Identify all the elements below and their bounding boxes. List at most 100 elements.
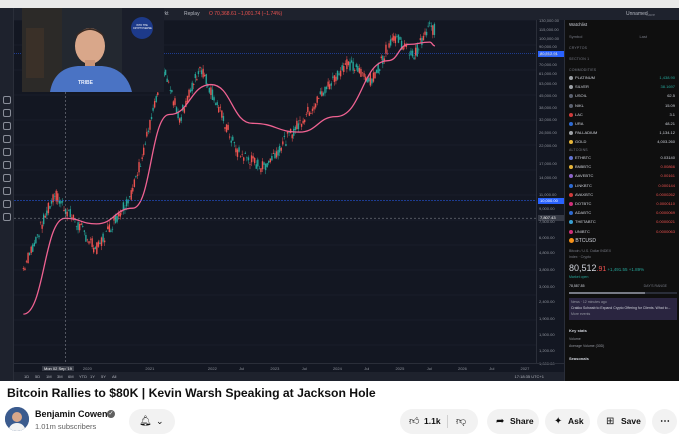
measure-tool-icon[interactable] — [3, 174, 11, 182]
channel-avatar[interactable] — [5, 407, 29, 431]
notifications-button[interactable]: 🔔︎ ⌄ — [129, 409, 175, 434]
crosshair-tool-icon[interactable] — [3, 96, 11, 104]
candle-body — [361, 72, 364, 74]
section-1[interactable]: SECTION 1 — [569, 57, 589, 61]
section-altcoins[interactable]: ALTCOINS — [569, 148, 588, 152]
price-tick: 14,000.00 — [539, 175, 557, 181]
candle-body — [377, 63, 379, 74]
candle-body — [93, 247, 95, 253]
trash-tool-icon[interactable] — [3, 213, 11, 221]
range-button[interactable]: 3M — [57, 372, 63, 381]
candle-body — [58, 200, 61, 204]
candle-body — [419, 38, 422, 41]
video-player[interactable]: Markt Replay O 70,368.61 −1,001.74 (−1.7… — [0, 0, 679, 381]
candle-body — [222, 116, 225, 121]
range-button[interactable]: 5D — [35, 372, 40, 381]
replay-button[interactable]: Replay — [184, 8, 200, 20]
commodity-row[interactable]: GOLD 4,003.260 — [569, 138, 677, 146]
time-tick: 2023 — [270, 366, 280, 371]
news-more[interactable]: More events — [571, 312, 675, 316]
range-button[interactable]: 1D — [24, 372, 29, 381]
text-tool-icon[interactable] — [3, 148, 11, 156]
range-button[interactable]: 5Y — [101, 372, 106, 381]
altcoin-row[interactable]: DOTBTC 0.0000110 — [569, 200, 677, 208]
altcoin-row[interactable]: AAVEBTC 0.00161 — [569, 172, 677, 180]
range-button[interactable]: All — [112, 372, 116, 381]
share-button[interactable]: ➦ Share — [487, 409, 539, 434]
candle-body — [46, 210, 48, 216]
news-card[interactable]: News · 12 minutes ago Crakko Schwab to E… — [569, 298, 677, 320]
candle-body — [343, 66, 345, 72]
altcoin-row[interactable]: ETHBTC 0.03140 — [569, 154, 677, 162]
candle-body — [325, 86, 328, 90]
candle-body — [105, 231, 107, 232]
section-commodities[interactable]: COMMODITIES — [569, 68, 596, 72]
candle-body — [296, 120, 298, 130]
symbol-icon — [569, 202, 573, 206]
trendline-tool-icon[interactable] — [3, 109, 11, 117]
candle-body — [39, 221, 42, 223]
zoom-tool-icon[interactable] — [3, 187, 11, 195]
channel-name[interactable]: Benjamin Cowen — [35, 409, 108, 419]
news-headline[interactable]: Crakko Schwab to Expand Crypto Offering … — [571, 306, 675, 310]
magnet-tool-icon[interactable] — [3, 200, 11, 208]
thumbs-up-icon[interactable]: 👍︎ — [409, 409, 419, 434]
fib-tool-icon[interactable] — [3, 122, 11, 130]
watchlist-panel: Watchlist Symbol Last CRYPTOS SECTION 1 … — [564, 20, 679, 381]
candle-body — [197, 71, 200, 75]
commodity-row[interactable]: URA 48.21 — [569, 120, 677, 128]
altcoin-row[interactable]: AVAXBTC 0.0000262 — [569, 191, 677, 199]
detail-price-main: 80,512 — [569, 263, 597, 273]
commodity-row[interactable]: LAC 3.1 — [569, 111, 677, 119]
symbol-last: 1,438.90 — [659, 75, 675, 80]
commodity-row[interactable]: SILVER 38.1697 — [569, 83, 677, 91]
range-button[interactable]: 6M — [68, 372, 74, 381]
range-button[interactable]: YTD — [79, 372, 87, 381]
candle-body — [125, 199, 128, 207]
candle-body — [189, 89, 192, 93]
candle-body — [91, 238, 93, 247]
range-button[interactable]: 1M — [46, 372, 52, 381]
candle-body — [55, 190, 57, 202]
commodity-row[interactable]: PLATINUM 1,438.90 — [569, 74, 677, 82]
symbol-label: SILVER — [575, 84, 589, 90]
candle-body — [49, 205, 51, 209]
commodity-row[interactable]: PALLADIUM 1,134.12 — [569, 129, 677, 137]
thumbs-down-icon[interactable]: 👎︎ — [456, 409, 466, 434]
column-symbol[interactable]: Symbol — [569, 34, 582, 39]
candle-body — [427, 25, 429, 27]
candle-body — [138, 162, 140, 173]
altcoin-row[interactable]: LINKBTC 0.000144 — [569, 182, 677, 190]
layout-name[interactable]: Unnamed — [626, 8, 648, 20]
time-tick: 2020 — [82, 366, 92, 371]
candle-body — [111, 228, 114, 230]
pattern-tool-icon[interactable] — [3, 161, 11, 169]
candle-body — [89, 238, 92, 240]
bell-icon: 🔔︎ — [139, 416, 152, 427]
altcoin-row[interactable]: BNBBTC 0.00866 — [569, 163, 677, 171]
price-tick: 1,500.00 — [539, 332, 555, 338]
symbol-label: LINKBTC — [575, 182, 592, 188]
commodity-row[interactable]: NIKL 15.09 — [569, 102, 677, 110]
more-actions-button[interactable]: ⋯ — [652, 409, 677, 434]
candle-body — [127, 199, 129, 204]
save-button[interactable]: ⊞ Save — [597, 409, 646, 434]
column-last[interactable]: Last — [639, 34, 647, 39]
candle-body — [291, 134, 293, 139]
watchlist-title[interactable]: Watchlist — [569, 22, 587, 27]
candle-body — [260, 168, 262, 173]
like-count[interactable]: 1.1k — [424, 409, 441, 434]
brush-tool-icon[interactable] — [3, 135, 11, 143]
altcoin-row[interactable]: ADABTC 0.0000069 — [569, 209, 677, 217]
section-cryptos[interactable]: CRYPTOS — [569, 46, 587, 50]
range-button[interactable]: 1Y — [90, 372, 95, 381]
symbol-last: 0.0000021 — [656, 219, 675, 225]
candle-body — [41, 224, 43, 229]
commodity-row[interactable]: USOIL 62.5 — [569, 92, 677, 100]
candle-body — [83, 230, 86, 232]
altcoin-row[interactable]: UNIBTC 0.0000063 — [569, 228, 677, 236]
time-axis: Mon 02 Sep '19 2020 2021 2022 Jul 2023 Jul 202… — [14, 363, 564, 372]
candle-body — [100, 237, 103, 246]
altcoin-row[interactable]: THETABTC 0.0000021 — [569, 218, 677, 226]
ask-button[interactable]: ✦ Ask — [545, 409, 590, 434]
